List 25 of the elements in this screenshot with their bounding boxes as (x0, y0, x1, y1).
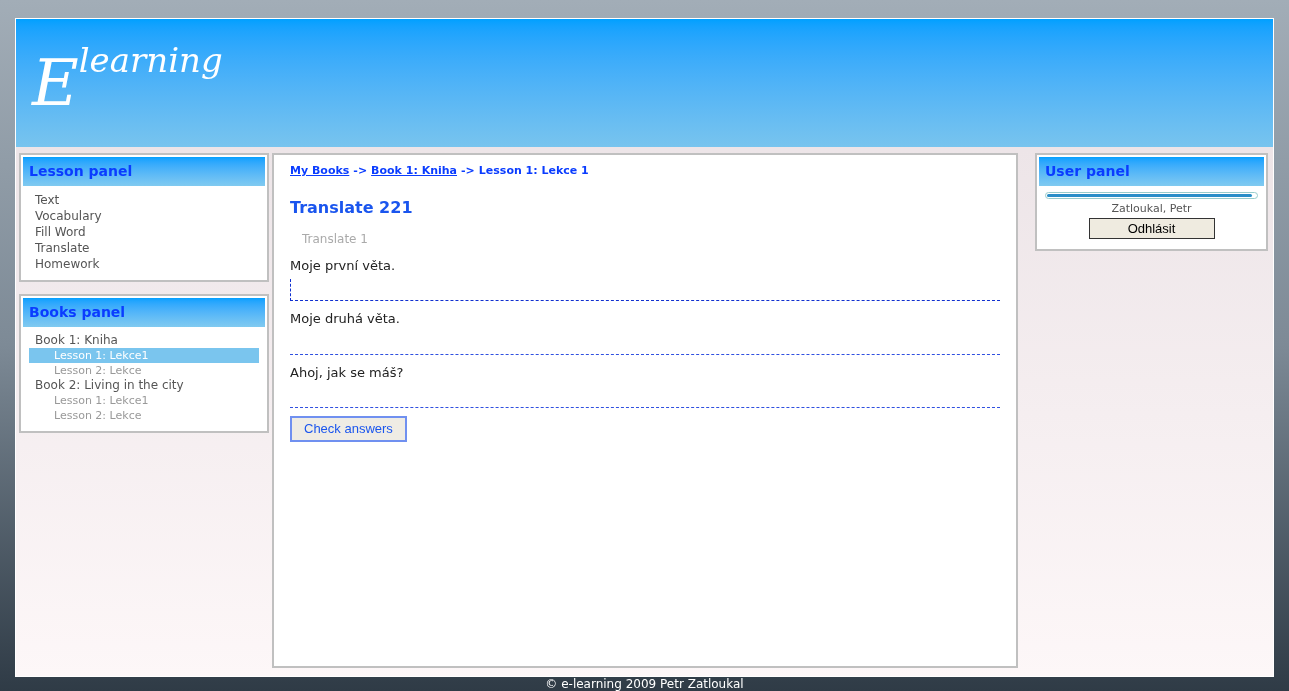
exercise-title: Translate 221 (290, 196, 414, 219)
book-item[interactable]: Book 2: Living in the city (29, 378, 184, 393)
lesson-menu-item[interactable]: Homework (35, 256, 100, 272)
lesson-menu-item[interactable]: Text (35, 192, 60, 208)
answer-field[interactable] (290, 279, 1000, 301)
sentence: Moje první věta. (290, 256, 397, 275)
lesson-menu-item[interactable]: Fill Word (35, 224, 86, 240)
user-name: Zatloukal, Petr (1111, 201, 1192, 217)
breadcrumb-text: Lesson 1: Lekce 1 (478, 163, 589, 179)
logout-button[interactable]: Odhlásit (1088, 217, 1215, 239)
exercise-subtitle: Translate 1 (302, 230, 369, 248)
panel-title: Books panel (23, 298, 265, 327)
breadcrumb-text: -> (461, 163, 475, 179)
check-answers-button[interactable]: Check answers (290, 416, 407, 442)
sentence: Ahoj, jak se máš? (290, 363, 405, 382)
breadcrumb-text: -> (353, 163, 368, 179)
book-item[interactable]: Book 1: Kniha (29, 333, 118, 348)
lesson-menu-item[interactable]: Translate (35, 240, 90, 256)
breadcrumb-link[interactable]: Book 1: Kniha (371, 163, 457, 180)
sentence: Moje druhá věta. (290, 310, 401, 328)
panel-title: Lesson panel (23, 157, 265, 186)
breadcrumb-link[interactable]: My Books (290, 163, 350, 180)
lesson-menu-item[interactable]: Vocabulary (35, 208, 102, 224)
panel-title: User panel (1039, 157, 1264, 186)
footer-text: © e-learning 2009 Petr Zatloukal (544, 677, 745, 691)
